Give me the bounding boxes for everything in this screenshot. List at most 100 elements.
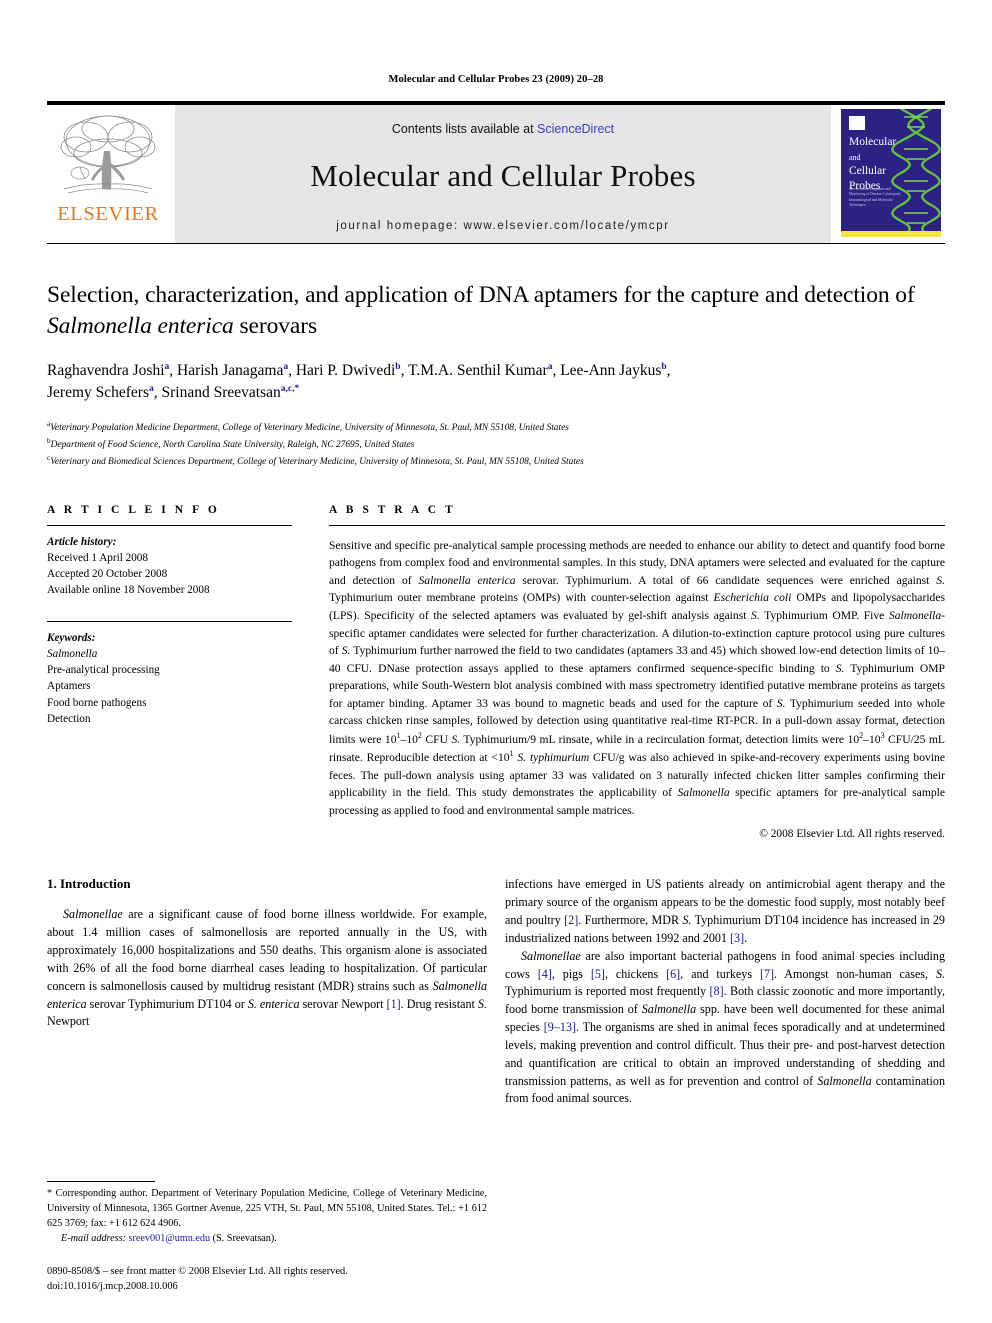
contents-prefix-text: Contents lists available at bbox=[391, 122, 538, 136]
issn-doi-block: 0890-8508/$ – see front matter © 2008 El… bbox=[47, 1265, 487, 1295]
author-name: Hari P. Dwivedi bbox=[295, 361, 396, 379]
journal-homepage-link[interactable]: journal homepage: www.elsevier.com/locat… bbox=[336, 220, 669, 232]
email-suffix: (S. Sreevatsan). bbox=[212, 1232, 277, 1244]
citation-ref[interactable]: [9–13] bbox=[544, 1020, 576, 1034]
author-name: Srinand Sreevatsan bbox=[161, 383, 281, 401]
cover-title-line2: and bbox=[849, 152, 861, 162]
author-item: T.M.A. Senthil Kumara bbox=[408, 361, 553, 379]
citation-ref[interactable]: [3] bbox=[730, 931, 744, 945]
keywords-label: Keywords: bbox=[47, 631, 96, 644]
author-affil-mark: b bbox=[395, 361, 401, 372]
citation-ref[interactable]: [6] bbox=[666, 967, 680, 981]
body-columns: 1. Introduction Salmonellae are a signif… bbox=[47, 876, 945, 1108]
author-item: Raghavendra Joshia bbox=[47, 361, 170, 379]
affiliation-item: aVeterinary Population Medicine Departme… bbox=[47, 418, 945, 435]
elsevier-wordmark: ELSEVIER bbox=[57, 203, 159, 225]
abstract-heading: A B S T R A C T bbox=[329, 503, 456, 516]
email-label: E-mail address: bbox=[61, 1232, 126, 1244]
cover-title-line1: Molecular bbox=[849, 136, 897, 148]
abstract-rule bbox=[329, 524, 945, 526]
citation-ref[interactable]: [8] bbox=[710, 984, 724, 998]
keyword-item: Pre-analytical processing bbox=[47, 664, 160, 677]
dna-helix-icon bbox=[891, 109, 941, 237]
citation-ref[interactable]: [1] bbox=[387, 997, 401, 1011]
sciencedirect-link[interactable]: ScienceDirect bbox=[537, 122, 614, 136]
contents-available-line: Contents lists available at ScienceDirec… bbox=[392, 122, 614, 136]
footnote-rule bbox=[47, 1181, 155, 1183]
article-history-group: Article history: Received 1 April 2008 A… bbox=[47, 534, 292, 599]
keyword-item: Detection bbox=[47, 712, 91, 725]
author-list: Raghavendra Joshia, Harish Janagamaa, Ha… bbox=[47, 361, 671, 401]
history-item: Available online 18 November 2008 bbox=[47, 584, 210, 597]
author-affil-mark: a bbox=[547, 361, 553, 372]
email-link[interactable]: sreev001@umn.edu bbox=[129, 1233, 211, 1244]
corresponding-author-note: * Corresponding author. Department of Ve… bbox=[47, 1188, 487, 1229]
doi-line[interactable]: doi:10.1016/j.mcp.2008.10.006 bbox=[47, 1280, 487, 1295]
paragraph: Salmonellae are a significant cause of f… bbox=[47, 907, 487, 1029]
article-info-column: A R T I C L E I N F O Article history: R… bbox=[47, 504, 292, 841]
article-info-rule bbox=[47, 524, 292, 526]
history-item: Received 1 April 2008 bbox=[47, 552, 148, 564]
journal-article-page: Molecular and Cellular Probes 23 (2009) … bbox=[0, 0, 992, 1323]
cover-accent-bar bbox=[841, 231, 941, 237]
abstract-column: A B S T R A C T Sensitive and specific p… bbox=[329, 503, 946, 841]
history-item: Accepted 20 October 2008 bbox=[47, 568, 168, 581]
journal-name: Molecular and Cellular Probes bbox=[310, 158, 696, 193]
section-title-introduction: 1. Introduction bbox=[47, 876, 131, 892]
author-name: Raghavendra Joshi bbox=[47, 361, 165, 379]
title-italic-species: Salmonella enterica bbox=[47, 313, 234, 340]
author-name: Lee-Ann Jaykus bbox=[560, 361, 662, 379]
citation-ref[interactable]: [2] bbox=[564, 913, 578, 927]
info-abstract-section: A R T I C L E I N F O Article history: R… bbox=[47, 503, 946, 841]
author-affil-mark: a,c,* bbox=[280, 383, 300, 394]
elsevier-tree-icon bbox=[60, 115, 156, 194]
author-item: Jeremy Schefersa bbox=[47, 383, 154, 401]
article-history-label: Article history: bbox=[47, 535, 117, 548]
journal-cover-thumbnail[interactable]: Molecular and Cellular Probes The Locati… bbox=[837, 105, 945, 243]
affiliation-text: Veterinary and Biomedical Sciences Depar… bbox=[50, 457, 584, 468]
paragraph: infections have emerged in US patients a… bbox=[505, 877, 945, 945]
paragraph-lead-italic: Salmonellae bbox=[63, 907, 123, 922]
issn-line: 0890-8508/$ – see front matter © 2008 El… bbox=[47, 1266, 348, 1278]
affiliation-list: aVeterinary Population Medicine Departme… bbox=[47, 418, 945, 470]
abstract-copyright: © 2008 Elsevier Ltd. All rights reserved… bbox=[759, 828, 945, 841]
author-affil-mark: b bbox=[661, 361, 667, 372]
paragraph-lead-italic: Salmonellae bbox=[521, 948, 581, 963]
citation-ref[interactable]: [5] bbox=[591, 967, 605, 981]
keywords-group: Keywords: Salmonella Pre-analytical proc… bbox=[47, 620, 292, 727]
affiliation-text: Veterinary Population Medicine Departmen… bbox=[50, 422, 569, 433]
journal-masthead: ELSEVIER Contents lists available at Sci… bbox=[47, 101, 945, 243]
author-name: T.M.A. Senthil Kumar bbox=[408, 361, 548, 379]
author-affil-mark: a bbox=[149, 383, 154, 394]
citation-ref[interactable]: [4] bbox=[538, 967, 552, 981]
paragraph: Salmonellae are also important bacterial… bbox=[505, 948, 946, 1106]
title-part-1: Selection, characterization, and applica… bbox=[47, 282, 915, 308]
body-column-right: infections have emerged in US patients a… bbox=[505, 876, 945, 1108]
author-item: Hari P. Dwivedib bbox=[295, 361, 401, 379]
keyword-item: Salmonella bbox=[47, 647, 98, 660]
author-item: Srinand Sreevatsana,c,* bbox=[161, 383, 300, 401]
author-item: Lee-Ann Jaykusb bbox=[560, 361, 667, 379]
email-note: E-mail address: sreev001@umn.edu (S. Sre… bbox=[47, 1232, 487, 1247]
author-name: Jeremy Schefers bbox=[47, 383, 149, 401]
citation-ref[interactable]: [7] bbox=[760, 967, 774, 981]
author-name: Harish Janagama bbox=[177, 361, 284, 379]
keywords-list: Keywords: Salmonella Pre-analytical proc… bbox=[47, 630, 292, 727]
affiliation-item: bDepartment of Food Science, North Carol… bbox=[47, 435, 945, 452]
page-title: Selection, characterization, and applica… bbox=[47, 280, 945, 343]
cover-artwork: Molecular and Cellular Probes The Locati… bbox=[841, 109, 941, 237]
journal-band: Contents lists available at ScienceDirec… bbox=[175, 105, 831, 243]
footnote-area: * Corresponding author. Department of Ve… bbox=[47, 1181, 487, 1295]
body-column-left: 1. Introduction Salmonellae are a signif… bbox=[47, 876, 487, 1108]
article-info-heading: A R T I C L E I N F O bbox=[47, 503, 220, 516]
affiliation-text: Department of Food Science, North Caroli… bbox=[50, 440, 415, 451]
cover-title-line3: Cellular bbox=[849, 165, 887, 178]
cover-elsevier-mark-icon bbox=[849, 116, 865, 130]
affiliation-item: cVeterinary and Biomedical Sciences Depa… bbox=[47, 452, 945, 469]
author-affil-mark: a bbox=[164, 361, 170, 372]
keywords-rule bbox=[47, 620, 292, 622]
abstract-text: Sensitive and specific pre-analytical sa… bbox=[329, 538, 946, 817]
keyword-item: Aptamers bbox=[47, 680, 91, 693]
running-head: Molecular and Cellular Probes 23 (2009) … bbox=[388, 74, 604, 85]
keyword-item: Food borne pathogens bbox=[47, 696, 147, 709]
